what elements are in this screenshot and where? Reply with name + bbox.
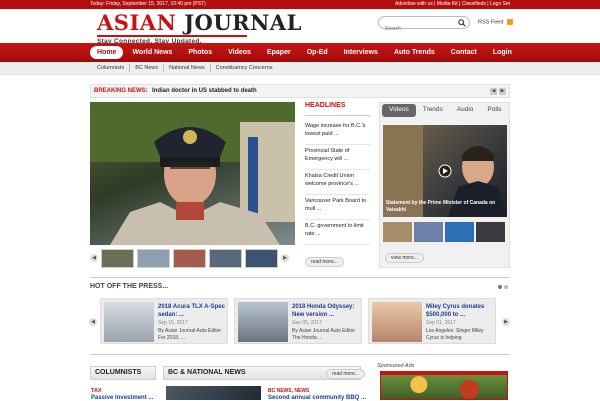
news-card[interactable]: 2018 Honda Odyssey: New version ... Sep … bbox=[234, 298, 362, 344]
chevron-left-icon[interactable]: ◀ bbox=[89, 318, 97, 326]
news-card[interactable]: Miley Cyrus donates $500,000 to ... Sep … bbox=[368, 298, 496, 344]
thumbnail[interactable] bbox=[101, 248, 134, 268]
nav-home[interactable]: Home bbox=[90, 46, 124, 59]
carousel-dot[interactable] bbox=[504, 285, 508, 289]
headline-item[interactable]: Vancouver Park Board to mull ... bbox=[305, 195, 370, 220]
subnav-constituency[interactable]: Constituency Concerns bbox=[211, 64, 278, 72]
breaking-news-bar: BREAKING NEWS: Indian doctor in US stabb… bbox=[90, 84, 510, 98]
utility-links[interactable]: Advertise with us | Media Kit | Classifi… bbox=[395, 0, 510, 9]
logo-word-2: JOURNAL bbox=[184, 10, 302, 35]
sponsored-ad-image[interactable] bbox=[380, 371, 508, 400]
subnav-bc-news[interactable]: BC News bbox=[130, 64, 165, 72]
tab-audio[interactable]: Audio bbox=[450, 103, 481, 117]
sponsored-ads-label: Sponsored Ads bbox=[377, 363, 415, 369]
nav-videos[interactable]: Videos bbox=[221, 46, 258, 59]
bc-news-article-link[interactable]: Second annual community BBQ ... bbox=[268, 395, 366, 401]
search-input[interactable] bbox=[385, 26, 455, 32]
headlines-read-more-button[interactable]: read more... bbox=[305, 257, 344, 267]
card-excerpt: By Asian Journal Auto Editor The Honda .… bbox=[292, 328, 356, 341]
tab-trends[interactable]: Trends bbox=[416, 103, 450, 117]
nav-epaper[interactable]: Epaper bbox=[260, 46, 298, 59]
nav-interviews[interactable]: Interviews bbox=[337, 46, 385, 59]
hot-off-press-title: HOT OFF THE PRESS... bbox=[90, 283, 169, 290]
nav-login[interactable]: Login bbox=[486, 46, 519, 59]
video-thumbnail[interactable] bbox=[445, 222, 474, 242]
search-box[interactable] bbox=[378, 16, 470, 32]
headline-item[interactable]: B.C. government to limit rate ... bbox=[305, 220, 370, 245]
video-thumbnail[interactable] bbox=[383, 222, 412, 242]
divider bbox=[90, 277, 510, 278]
columnist-category[interactable]: TAX bbox=[91, 388, 102, 394]
headline-item[interactable]: Provincial State of Emergency will ... bbox=[305, 145, 370, 170]
headlines-panel: HEADLINES Wage increase for B.C.'s lowes… bbox=[305, 102, 370, 268]
news-card[interactable]: 2018 Acura TLX A-Spec sedan: ... Sep 15,… bbox=[100, 298, 228, 344]
search-icon[interactable] bbox=[458, 19, 466, 27]
featured-photo[interactable] bbox=[90, 102, 295, 245]
video-thumbnail[interactable] bbox=[476, 222, 505, 242]
rss-icon bbox=[506, 19, 513, 25]
photo-thumbnails: ◀ ▶ bbox=[90, 247, 295, 269]
carousel-dot[interactable] bbox=[498, 285, 502, 289]
breaking-headline[interactable]: Indian doctor in US stabbed to death bbox=[152, 88, 257, 94]
sub-nav: Columnists BC News National News Constit… bbox=[0, 62, 600, 75]
breaking-label: BREAKING NEWS: bbox=[94, 88, 148, 94]
subnav-national-news[interactable]: National News bbox=[164, 64, 211, 72]
headlines-title: HEADLINES bbox=[305, 102, 370, 116]
card-date: Sep 15, 2017 bbox=[158, 320, 188, 326]
logo-word-1: ASIAN bbox=[97, 10, 177, 35]
nav-photos[interactable]: Photos bbox=[181, 46, 219, 59]
card-image bbox=[104, 302, 154, 342]
card-excerpt: By Asian Journal Auto Editor For 2018, .… bbox=[158, 328, 222, 341]
main-nav: Home World News Photos Videos Epaper Op-… bbox=[0, 43, 600, 62]
columnists-header[interactable]: COLUMNISTS bbox=[90, 366, 156, 380]
bc-news-image[interactable] bbox=[166, 386, 261, 400]
card-title[interactable]: 2018 Honda Odyssey: New version ... bbox=[292, 303, 360, 319]
hot-off-press-carousel: 2018 Acura TLX A-Spec sedan: ... Sep 15,… bbox=[100, 298, 496, 344]
headline-item[interactable]: Khalsa Credit Union welcome province's .… bbox=[305, 170, 370, 195]
officer-photo bbox=[90, 102, 295, 245]
site-logo[interactable]: ASIAN JOURNAL Stay Connected. Stay Updat… bbox=[97, 10, 301, 45]
chevron-right-icon[interactable]: ▶ bbox=[502, 318, 510, 326]
top-utility-bar: Today: Friday, September 15, 2017, 10:40… bbox=[0, 0, 600, 9]
card-date: Sep 05, 2017 bbox=[292, 320, 322, 326]
card-title[interactable]: 2018 Acura TLX A-Spec sedan: ... bbox=[158, 303, 226, 319]
card-image bbox=[372, 302, 422, 342]
bc-news-title[interactable]: BC & NATIONAL NEWS bbox=[168, 369, 246, 376]
nav-world-news[interactable]: World News bbox=[125, 46, 179, 59]
columnist-article-link[interactable]: Passive Investment ... bbox=[91, 395, 153, 401]
card-title[interactable]: Miley Cyrus donates $500,000 to ... bbox=[426, 303, 494, 319]
chevron-right-icon[interactable]: ▶ bbox=[499, 88, 506, 95]
card-image bbox=[238, 302, 288, 342]
chevron-left-icon[interactable]: ◀ bbox=[90, 254, 98, 262]
bc-news-read-more-button[interactable]: read more... bbox=[326, 369, 365, 379]
media-panel: Videos Trends Audio Polls Statement by t… bbox=[379, 102, 510, 268]
chevron-left-icon[interactable]: ◀ bbox=[490, 88, 497, 95]
nav-auto-trends[interactable]: Auto Trends bbox=[387, 46, 442, 59]
video-caption: Statement by the Prime Minister of Canad… bbox=[386, 200, 496, 213]
chevron-right-icon[interactable]: ▶ bbox=[281, 254, 289, 262]
card-date: Sep 01, 2017 bbox=[426, 320, 456, 326]
headline-item[interactable]: Wage increase for B.C.'s lowest paid ... bbox=[305, 120, 370, 145]
subnav-columnists[interactable]: Columnists bbox=[92, 64, 131, 72]
view-more-button[interactable]: view more... bbox=[385, 253, 424, 263]
rss-feed-link[interactable]: RSS Feed bbox=[478, 19, 513, 25]
carousel-dots bbox=[498, 285, 508, 289]
card-excerpt: Los Angeles: Singer Miley Cyrus is helpi… bbox=[426, 328, 484, 341]
rss-label: RSS Feed bbox=[478, 19, 504, 26]
thumbnail[interactable] bbox=[137, 248, 170, 268]
thumbnail[interactable] bbox=[173, 248, 206, 268]
bc-news-category[interactable]: BC NEWS, NEWS bbox=[268, 388, 309, 394]
tab-polls[interactable]: Polls bbox=[480, 103, 508, 117]
current-date: Today: Friday, September 15, 2017, 10:40… bbox=[90, 1, 206, 7]
thumbnail[interactable] bbox=[245, 248, 278, 268]
divider bbox=[90, 354, 510, 355]
video-thumbnail[interactable] bbox=[414, 222, 443, 242]
video-player[interactable]: Statement by the Prime Minister of Canad… bbox=[383, 125, 507, 217]
nav-op-ed[interactable]: Op-Ed bbox=[300, 46, 335, 59]
thumbnail[interactable] bbox=[209, 248, 242, 268]
nav-contact[interactable]: Contact bbox=[444, 46, 484, 59]
tab-videos[interactable]: Videos bbox=[382, 104, 416, 117]
